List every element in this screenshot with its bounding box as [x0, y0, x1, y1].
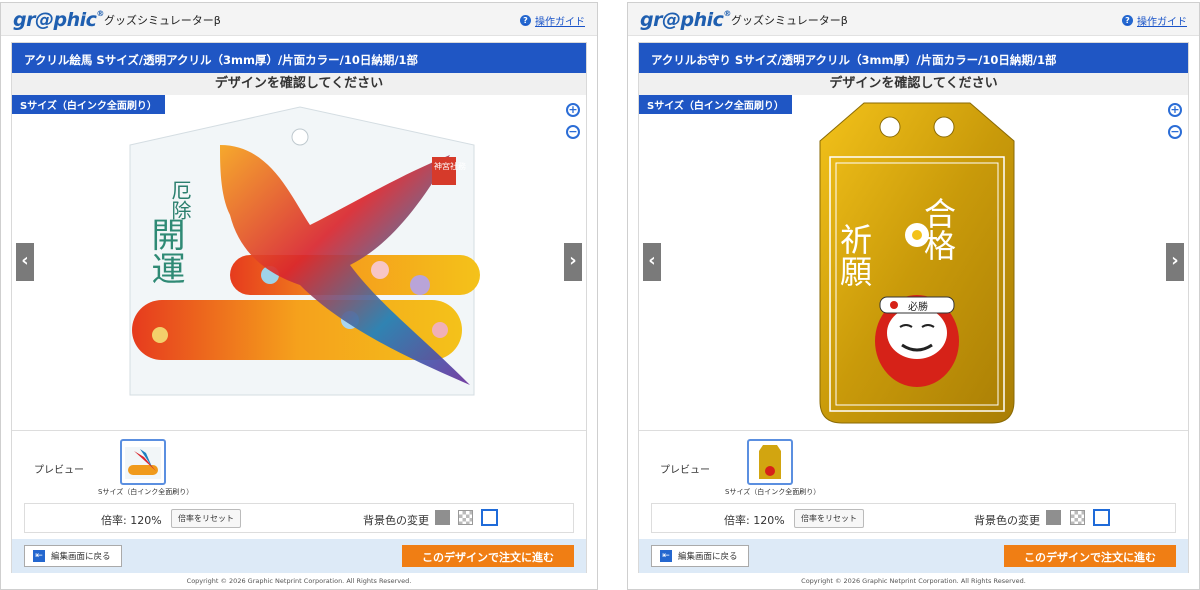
size-label: Sサイズ（白インク全面刷り）	[639, 95, 792, 114]
ema-seal: 神宮社務	[434, 161, 466, 171]
proceed-order-button[interactable]: このデザインで注文に進む	[402, 545, 574, 567]
preview-thumbnail[interactable]	[120, 439, 166, 485]
copyright: Copyright © 2026 Graphic Netprint Corpor…	[801, 577, 1026, 585]
bg-white-swatch[interactable]	[1093, 509, 1110, 526]
copyright: Copyright © 2026 Graphic Netprint Corpor…	[186, 577, 412, 585]
confirm-heading: デザインを確認してください	[639, 73, 1188, 95]
reset-zoom-button[interactable]: 倍率をリセット	[794, 509, 864, 528]
simulator-window-omamori: gr@phic® グッズシミュレーターβ ? 操作ガイド アクリルお守り Sサイズ…	[627, 2, 1200, 590]
preview-row: プレビュー Sサイズ（白インク全面刷り）	[639, 435, 1188, 497]
bg-gray-swatch[interactable]	[435, 510, 450, 525]
prev-arrow-button[interactable]: ‹	[16, 243, 34, 281]
top-bar: gr@phic® グッズシミュレーターβ ? 操作ガイド	[628, 3, 1199, 36]
next-arrow-button[interactable]: ›	[564, 243, 582, 281]
background-change-label: 背景色の変更	[974, 514, 1040, 527]
preview-thumbnail[interactable]	[747, 439, 793, 485]
design-canvas[interactable]: Sサイズ（白インク全面刷り） + − ‹ › 厄除 開運 神宮社務	[12, 95, 586, 431]
ema-artwork: 厄除 開運 神宮社務	[129, 106, 480, 396]
zoom-rate: 倍率: 120%	[101, 514, 162, 527]
design-canvas[interactable]: Sサイズ（白インク全面刷り） + − ‹ › 祈願 合格 必勝	[639, 95, 1188, 431]
background-change-label: 背景色の変更	[363, 514, 429, 527]
product-title: アクリルお守り Sサイズ/透明アクリル（3mm厚）/片面カラー/10日納期/1部	[639, 43, 1188, 73]
design-panel: アクリル絵馬 Sサイズ/透明アクリル（3mm厚）/片面カラー/10日納期/1部 …	[11, 42, 587, 573]
guide-link[interactable]: ? 操作ガイド	[1122, 13, 1187, 28]
preview-label: プレビュー	[34, 465, 84, 476]
app-subtitle: グッズシミュレーターβ	[731, 14, 848, 27]
confirm-heading: デザインを確認してください	[12, 73, 586, 95]
prev-arrow-button[interactable]: ‹	[643, 243, 661, 281]
omamori-artwork: 祈願 合格 必勝	[819, 102, 1015, 424]
graphic-logo[interactable]: gr@phic®	[640, 9, 731, 31]
back-to-edit-button[interactable]: ⇤ 編集画面に戻る	[651, 545, 749, 567]
reset-zoom-button[interactable]: 倍率をリセット	[171, 509, 241, 528]
zoom-out-icon[interactable]: −	[1168, 125, 1182, 139]
bg-transparent-swatch[interactable]	[458, 510, 473, 525]
preview-row: プレビュー Sサイズ（白インク全面刷り）	[12, 435, 586, 497]
thumbnail-caption: Sサイズ（白インク全面刷り）	[725, 488, 821, 496]
product-title: アクリル絵馬 Sサイズ/透明アクリル（3mm厚）/片面カラー/10日納期/1部	[12, 43, 586, 73]
action-bar: ⇤ 編集画面に戻る このデザインで注文に進む	[12, 539, 586, 573]
action-bar: ⇤ 編集画面に戻る このデザインで注文に進む	[639, 539, 1188, 573]
app-subtitle: グッズシミュレーターβ	[104, 14, 221, 27]
guide-link[interactable]: ? 操作ガイド	[520, 13, 585, 28]
top-bar: gr@phic® グッズシミュレーターβ ? 操作ガイド	[1, 3, 597, 36]
ema-text-top: 厄除	[168, 180, 192, 220]
omamori-left-text: 祈願	[835, 223, 873, 287]
back-icon: ⇤	[33, 550, 45, 562]
settings-bar: 倍率: 120% 倍率をリセット 背景色の変更	[24, 503, 574, 533]
thumbnail-caption: Sサイズ（白インク全面刷り）	[98, 488, 194, 496]
proceed-order-button[interactable]: このデザインで注文に進む	[1004, 545, 1176, 567]
bg-white-swatch[interactable]	[481, 509, 498, 526]
preview-label: プレビュー	[660, 465, 710, 476]
zoom-rate: 倍率: 120%	[724, 514, 785, 527]
bg-transparent-swatch[interactable]	[1070, 510, 1085, 525]
daruma-text: 必勝	[908, 300, 928, 313]
zoom-in-icon[interactable]: +	[1168, 103, 1182, 117]
zoom-in-icon[interactable]: +	[566, 103, 580, 117]
help-icon: ?	[1122, 15, 1133, 26]
zoom-out-icon[interactable]: −	[566, 125, 580, 139]
next-arrow-button[interactable]: ›	[1166, 243, 1184, 281]
back-icon: ⇤	[660, 550, 672, 562]
ema-text-main: 開運	[145, 217, 185, 285]
design-panel: アクリルお守り Sサイズ/透明アクリル（3mm厚）/片面カラー/10日納期/1部…	[638, 42, 1189, 573]
bg-gray-swatch[interactable]	[1046, 510, 1061, 525]
graphic-logo[interactable]: gr@phic®	[13, 9, 104, 31]
simulator-window-ema: gr@phic® グッズシミュレーターβ ? 操作ガイド アクリル絵馬 Sサイズ/…	[0, 2, 598, 590]
help-icon: ?	[520, 15, 531, 26]
settings-bar: 倍率: 120% 倍率をリセット 背景色の変更	[651, 503, 1176, 533]
back-to-edit-button[interactable]: ⇤ 編集画面に戻る	[24, 545, 122, 567]
